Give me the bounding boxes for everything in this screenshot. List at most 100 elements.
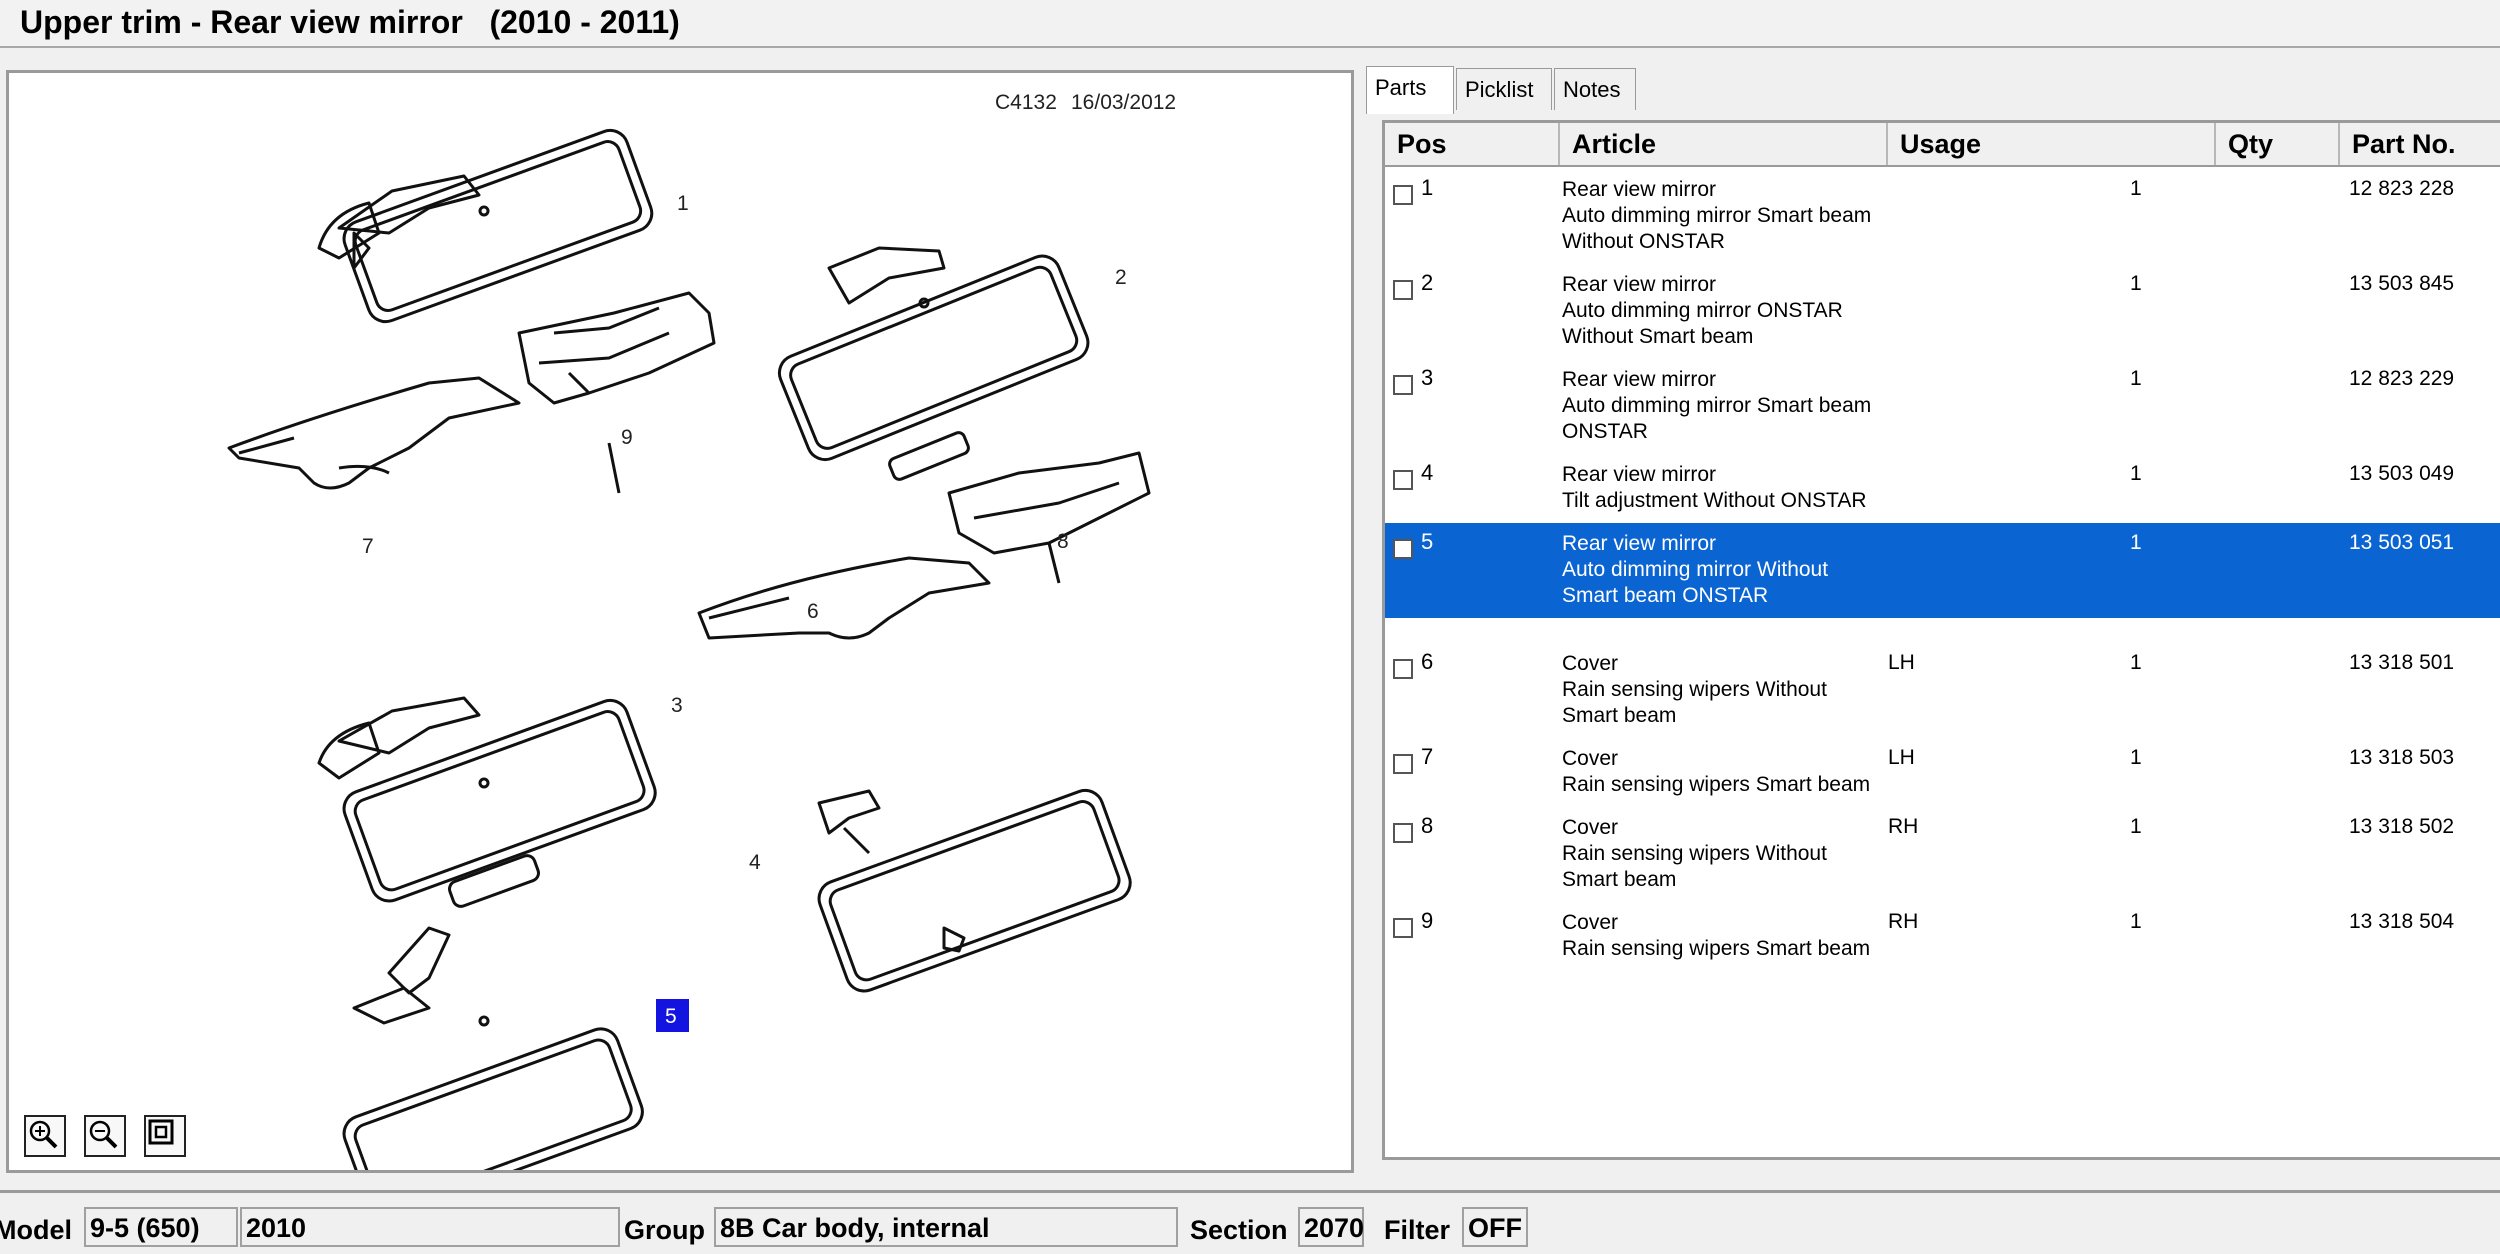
row-usage: LH [1888, 651, 1915, 674]
row-pos: 1 [1421, 175, 1434, 200]
fit-window-button[interactable] [144, 1115, 186, 1157]
table-row[interactable]: 9 Cover Rain sensing wipers Smart beam RH 1 1… [1385, 902, 2500, 971]
zoom-out-button[interactable] [84, 1115, 126, 1157]
column-header-pos[interactable]: Pos [1385, 123, 1560, 165]
row-pos: 8 [1421, 813, 1434, 838]
row-checkbox[interactable] [1393, 754, 1413, 774]
table-row[interactable]: 4 Rear view mirror Tilt adjustment Without… [1385, 454, 2500, 523]
row-pos: 7 [1421, 744, 1434, 769]
drawing-date: 16/03/2012 [1071, 91, 1176, 114]
row-article: Cover Rain sensing wipers Without Smart be… [1562, 815, 1827, 893]
column-header-article[interactable]: Article [1560, 123, 1888, 165]
tab-notes[interactable]: Notes [1554, 68, 1636, 110]
row-qty: 1 [2130, 367, 2142, 390]
row-part-number: 13 503 051 [2349, 531, 2455, 554]
row-part-number: 13 318 501 [2349, 651, 2455, 674]
row-checkbox[interactable] [1393, 375, 1413, 395]
table-row[interactable]: 5 Rear view mirror Auto dimming mirror Wit… [1385, 523, 2500, 618]
row-checkbox[interactable] [1393, 470, 1413, 490]
article-line: Rear view mirror [1562, 532, 1717, 555]
callout-3[interactable]: 3 [671, 694, 683, 717]
parts-table: Pos Article Usage Qty Part No. 1 Rear vie… [1382, 120, 2500, 1160]
article-line: Auto dimming mirror Smart beam [1562, 394, 1872, 417]
filter-label: Filter [1384, 1215, 1451, 1245]
row-usage: LH [1888, 746, 1915, 769]
model-label: Model [0, 1215, 72, 1245]
article-line: Smart beam ONSTAR [1562, 584, 1769, 607]
table-row[interactable]: 6 Cover Rain sensing wipers Without Smart b… [1385, 643, 2500, 738]
row-article: Cover Rain sensing wipers Without Smart be… [1562, 651, 1827, 729]
callout-8[interactable]: 8 [1057, 530, 1069, 553]
cover-8-drawing [947, 451, 1151, 584]
row-part-number: 13 318 503 [2349, 746, 2455, 769]
row-pos: 6 [1421, 649, 1434, 674]
filter-field: OFF [1462, 1207, 1528, 1247]
group-label: Group [624, 1215, 705, 1245]
article-line: Smart beam [1562, 704, 1677, 727]
row-checkbox[interactable] [1393, 185, 1413, 205]
section-label: Section [1190, 1215, 1288, 1245]
cover-7-drawing [227, 376, 521, 490]
mirror-2-drawing [777, 246, 1090, 481]
model-field: 9-5 (650) [84, 1207, 238, 1247]
row-checkbox[interactable] [1393, 918, 1413, 938]
callout-6[interactable]: 6 [807, 600, 819, 623]
article-line: Rear view mirror [1562, 178, 1717, 201]
parts-diagram[interactable]: C4132 16/03/2012 1 2 3 4 5 6 7 8 9 [6, 70, 1354, 1173]
row-qty: 1 [2130, 177, 2142, 200]
row-checkbox[interactable] [1393, 823, 1413, 843]
row-checkbox[interactable] [1393, 280, 1413, 300]
article-line: Rain sensing wipers Without [1562, 678, 1827, 701]
article-line: Cover [1562, 652, 1619, 675]
column-header-usage[interactable]: Usage [1888, 123, 2216, 165]
row-article: Cover Rain sensing wipers Smart beam [1562, 746, 1870, 798]
row-pos: 4 [1421, 460, 1434, 485]
article-line: Tilt adjustment Without ONSTAR [1562, 489, 1867, 512]
row-checkbox[interactable] [1393, 659, 1413, 679]
callout-9[interactable]: 9 [621, 426, 633, 449]
row-part-number: 13 503 845 [2349, 272, 2455, 295]
callout-2[interactable]: 2 [1115, 266, 1127, 289]
article-line: Rain sensing wipers Without [1562, 842, 1827, 865]
article-line: Rain sensing wipers Smart beam [1562, 937, 1871, 960]
row-checkbox[interactable] [1393, 539, 1413, 559]
article-line: Without Smart beam [1562, 325, 1754, 348]
callout-5[interactable]: 5 [665, 1005, 677, 1028]
row-part-number: 12 823 228 [2349, 177, 2455, 200]
mirror-1-drawing [317, 128, 654, 324]
magnifier-plus-icon [29, 1120, 58, 1149]
row-part-number: 13 318 504 [2349, 910, 2455, 933]
row-part-number: 13 503 049 [2349, 462, 2455, 485]
fit-window-icon [148, 1119, 174, 1145]
column-header-qty[interactable]: Qty [2216, 123, 2340, 165]
callout-1[interactable]: 1 [677, 192, 689, 215]
row-part-number: 12 823 229 [2349, 367, 2455, 390]
table-row[interactable]: 2 Rear view mirror Auto dimming mirror ONS… [1385, 264, 2500, 359]
mirror-5-drawing [342, 926, 644, 1170]
tab-picklist[interactable]: Picklist [1456, 68, 1552, 110]
exploded-view-drawing: C4132 16/03/2012 1 2 3 4 5 6 7 8 9 [227, 91, 1176, 1170]
status-bar: Model 9-5 (650) 2010 Group 8B Car body, … [0, 1190, 2500, 1254]
row-pos: 5 [1421, 529, 1434, 554]
row-article: Rear view mirror Auto dimming mirror ONST… [1562, 272, 1843, 350]
article-line: Smart beam [1562, 868, 1677, 891]
row-qty: 1 [2130, 462, 2142, 485]
row-qty: 1 [2130, 272, 2142, 295]
article-line: Rear view mirror [1562, 463, 1717, 486]
zoom-in-button[interactable] [24, 1115, 66, 1157]
window-title: Upper trim - Rear view mirror (2010 - 20… [20, 4, 680, 40]
callout-4[interactable]: 4 [749, 851, 761, 874]
callout-7[interactable]: 7 [362, 535, 374, 558]
article-line: Cover [1562, 911, 1619, 934]
drawing-code: C4132 [995, 91, 1057, 114]
table-row[interactable]: 1 Rear view mirror Auto dimming mirror Sma… [1385, 169, 2500, 264]
table-row[interactable]: 8 Cover Rain sensing wipers Without Smart b… [1385, 807, 2500, 902]
column-header-partno[interactable]: Part No. [2340, 123, 2500, 165]
table-row[interactable]: 3 Rear view mirror Auto dimming mirror Sma… [1385, 359, 2500, 454]
row-part-number: 13 318 502 [2349, 815, 2455, 838]
article-line: ONSTAR [1562, 420, 1648, 443]
row-qty: 1 [2130, 746, 2142, 769]
tab-parts[interactable]: Parts [1366, 66, 1454, 114]
table-row[interactable]: 7 Cover Rain sensing wipers Smart beam LH 1 1… [1385, 738, 2500, 807]
row-pos: 9 [1421, 908, 1434, 933]
